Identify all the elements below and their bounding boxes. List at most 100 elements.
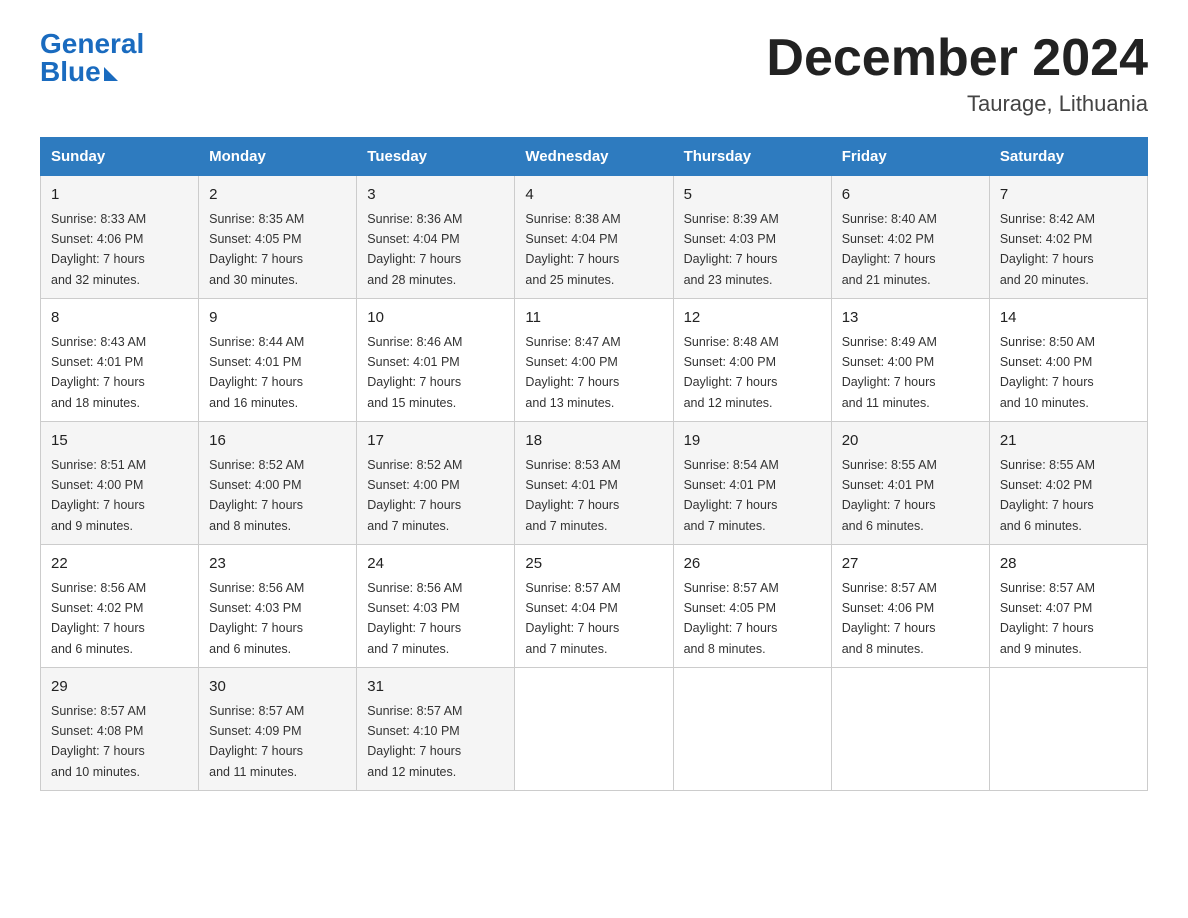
day-info: Sunrise: 8:56 AMSunset: 4:03 PMDaylight:… (367, 581, 462, 656)
day-info: Sunrise: 8:57 AMSunset: 4:05 PMDaylight:… (684, 581, 779, 656)
day-number: 20 (842, 430, 979, 453)
day-number: 6 (842, 184, 979, 207)
calendar-cell: 28 Sunrise: 8:57 AMSunset: 4:07 PMDaylig… (989, 545, 1147, 668)
day-info: Sunrise: 8:35 AMSunset: 4:05 PMDaylight:… (209, 212, 304, 287)
day-info: Sunrise: 8:52 AMSunset: 4:00 PMDaylight:… (367, 458, 462, 533)
day-number: 30 (209, 676, 346, 699)
day-info: Sunrise: 8:57 AMSunset: 4:08 PMDaylight:… (51, 704, 146, 779)
calendar-cell: 17 Sunrise: 8:52 AMSunset: 4:00 PMDaylig… (357, 422, 515, 545)
calendar-cell: 10 Sunrise: 8:46 AMSunset: 4:01 PMDaylig… (357, 299, 515, 422)
day-info: Sunrise: 8:51 AMSunset: 4:00 PMDaylight:… (51, 458, 146, 533)
day-info: Sunrise: 8:49 AMSunset: 4:00 PMDaylight:… (842, 335, 937, 410)
calendar-cell: 20 Sunrise: 8:55 AMSunset: 4:01 PMDaylig… (831, 422, 989, 545)
calendar-cell: 18 Sunrise: 8:53 AMSunset: 4:01 PMDaylig… (515, 422, 673, 545)
calendar-cell (673, 668, 831, 791)
calendar-cell: 23 Sunrise: 8:56 AMSunset: 4:03 PMDaylig… (199, 545, 357, 668)
day-info: Sunrise: 8:57 AMSunset: 4:09 PMDaylight:… (209, 704, 304, 779)
calendar-cell: 6 Sunrise: 8:40 AMSunset: 4:02 PMDayligh… (831, 176, 989, 299)
day-number: 13 (842, 307, 979, 330)
header-row: Sunday Monday Tuesday Wednesday Thursday… (41, 138, 1148, 176)
day-number: 3 (367, 184, 504, 207)
calendar-cell: 8 Sunrise: 8:43 AMSunset: 4:01 PMDayligh… (41, 299, 199, 422)
day-info: Sunrise: 8:57 AMSunset: 4:06 PMDaylight:… (842, 581, 937, 656)
day-info: Sunrise: 8:57 AMSunset: 4:10 PMDaylight:… (367, 704, 462, 779)
page-header: General Blue December 2024 Taurage, Lith… (40, 30, 1148, 117)
day-info: Sunrise: 8:40 AMSunset: 4:02 PMDaylight:… (842, 212, 937, 287)
day-number: 5 (684, 184, 821, 207)
day-number: 2 (209, 184, 346, 207)
day-info: Sunrise: 8:48 AMSunset: 4:00 PMDaylight:… (684, 335, 779, 410)
calendar-cell (831, 668, 989, 791)
day-number: 31 (367, 676, 504, 699)
day-number: 1 (51, 184, 188, 207)
col-friday: Friday (831, 138, 989, 176)
calendar-cell: 7 Sunrise: 8:42 AMSunset: 4:02 PMDayligh… (989, 176, 1147, 299)
day-number: 7 (1000, 184, 1137, 207)
day-number: 24 (367, 553, 504, 576)
calendar-cell: 14 Sunrise: 8:50 AMSunset: 4:00 PMDaylig… (989, 299, 1147, 422)
day-info: Sunrise: 8:52 AMSunset: 4:00 PMDaylight:… (209, 458, 304, 533)
day-info: Sunrise: 8:57 AMSunset: 4:04 PMDaylight:… (525, 581, 620, 656)
col-tuesday: Tuesday (357, 138, 515, 176)
location: Taurage, Lithuania (766, 91, 1148, 117)
day-number: 11 (525, 307, 662, 330)
day-number: 10 (367, 307, 504, 330)
day-number: 4 (525, 184, 662, 207)
calendar-cell: 12 Sunrise: 8:48 AMSunset: 4:00 PMDaylig… (673, 299, 831, 422)
day-number: 25 (525, 553, 662, 576)
day-number: 22 (51, 553, 188, 576)
calendar-cell: 26 Sunrise: 8:57 AMSunset: 4:05 PMDaylig… (673, 545, 831, 668)
calendar-cell: 19 Sunrise: 8:54 AMSunset: 4:01 PMDaylig… (673, 422, 831, 545)
day-number: 28 (1000, 553, 1137, 576)
day-info: Sunrise: 8:46 AMSunset: 4:01 PMDaylight:… (367, 335, 462, 410)
calendar-cell: 5 Sunrise: 8:39 AMSunset: 4:03 PMDayligh… (673, 176, 831, 299)
calendar-cell: 21 Sunrise: 8:55 AMSunset: 4:02 PMDaylig… (989, 422, 1147, 545)
calendar-cell: 9 Sunrise: 8:44 AMSunset: 4:01 PMDayligh… (199, 299, 357, 422)
day-info: Sunrise: 8:56 AMSunset: 4:03 PMDaylight:… (209, 581, 304, 656)
day-info: Sunrise: 8:33 AMSunset: 4:06 PMDaylight:… (51, 212, 146, 287)
calendar-cell: 4 Sunrise: 8:38 AMSunset: 4:04 PMDayligh… (515, 176, 673, 299)
day-info: Sunrise: 8:42 AMSunset: 4:02 PMDaylight:… (1000, 212, 1095, 287)
calendar-cell: 2 Sunrise: 8:35 AMSunset: 4:05 PMDayligh… (199, 176, 357, 299)
day-number: 21 (1000, 430, 1137, 453)
calendar-week-2: 8 Sunrise: 8:43 AMSunset: 4:01 PMDayligh… (41, 299, 1148, 422)
day-info: Sunrise: 8:36 AMSunset: 4:04 PMDaylight:… (367, 212, 462, 287)
title-block: December 2024 Taurage, Lithuania (766, 30, 1148, 117)
day-number: 27 (842, 553, 979, 576)
col-sunday: Sunday (41, 138, 199, 176)
calendar-cell: 25 Sunrise: 8:57 AMSunset: 4:04 PMDaylig… (515, 545, 673, 668)
calendar-cell: 13 Sunrise: 8:49 AMSunset: 4:00 PMDaylig… (831, 299, 989, 422)
calendar-cell: 11 Sunrise: 8:47 AMSunset: 4:00 PMDaylig… (515, 299, 673, 422)
day-number: 15 (51, 430, 188, 453)
day-number: 16 (209, 430, 346, 453)
day-info: Sunrise: 8:44 AMSunset: 4:01 PMDaylight:… (209, 335, 304, 410)
day-info: Sunrise: 8:55 AMSunset: 4:02 PMDaylight:… (1000, 458, 1095, 533)
calendar-week-4: 22 Sunrise: 8:56 AMSunset: 4:02 PMDaylig… (41, 545, 1148, 668)
day-info: Sunrise: 8:43 AMSunset: 4:01 PMDaylight:… (51, 335, 146, 410)
day-number: 26 (684, 553, 821, 576)
calendar-cell: 16 Sunrise: 8:52 AMSunset: 4:00 PMDaylig… (199, 422, 357, 545)
calendar-cell (989, 668, 1147, 791)
calendar-week-5: 29 Sunrise: 8:57 AMSunset: 4:08 PMDaylig… (41, 668, 1148, 791)
day-number: 19 (684, 430, 821, 453)
col-saturday: Saturday (989, 138, 1147, 176)
col-wednesday: Wednesday (515, 138, 673, 176)
day-info: Sunrise: 8:39 AMSunset: 4:03 PMDaylight:… (684, 212, 779, 287)
day-info: Sunrise: 8:55 AMSunset: 4:01 PMDaylight:… (842, 458, 937, 533)
logo-blue-text: Blue (40, 58, 118, 86)
logo: General Blue (40, 30, 144, 86)
calendar-cell: 27 Sunrise: 8:57 AMSunset: 4:06 PMDaylig… (831, 545, 989, 668)
day-number: 14 (1000, 307, 1137, 330)
calendar-cell: 1 Sunrise: 8:33 AMSunset: 4:06 PMDayligh… (41, 176, 199, 299)
day-info: Sunrise: 8:54 AMSunset: 4:01 PMDaylight:… (684, 458, 779, 533)
col-thursday: Thursday (673, 138, 831, 176)
col-monday: Monday (199, 138, 357, 176)
calendar-cell: 30 Sunrise: 8:57 AMSunset: 4:09 PMDaylig… (199, 668, 357, 791)
calendar-cell: 22 Sunrise: 8:56 AMSunset: 4:02 PMDaylig… (41, 545, 199, 668)
calendar-week-3: 15 Sunrise: 8:51 AMSunset: 4:00 PMDaylig… (41, 422, 1148, 545)
day-number: 29 (51, 676, 188, 699)
day-number: 12 (684, 307, 821, 330)
logo-arrow-icon (104, 67, 118, 81)
day-info: Sunrise: 8:53 AMSunset: 4:01 PMDaylight:… (525, 458, 620, 533)
day-number: 17 (367, 430, 504, 453)
